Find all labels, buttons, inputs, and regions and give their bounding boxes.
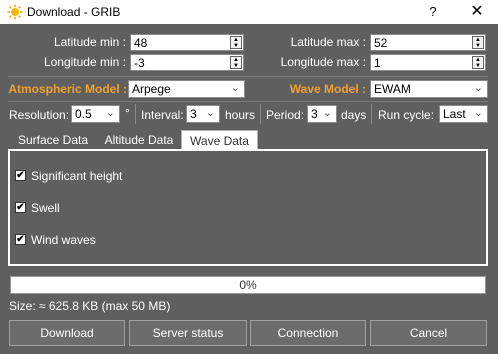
separator [371,104,372,124]
chevron-down-icon: ⌄ [473,82,483,94]
latitude-min-input[interactable]: 48 ▲ ▼ [130,34,244,51]
download-button[interactable]: Download [9,320,125,346]
run-cycle-select[interactable]: Last ⌄ [439,105,488,123]
significant-height-label[interactable]: Significant height [31,169,122,183]
cancel-button[interactable]: Cancel [370,320,487,346]
significant-height-checkbox[interactable]: ✔ [15,170,26,181]
wave-model-select[interactable]: EWAM ⌄ [370,80,488,98]
spin-arrows-icon[interactable]: ▲ ▼ [472,36,484,49]
wave-data-panel: ✔ Significant height ✔ Swell ✔ Wind wave… [8,149,488,266]
atmospheric-model-select[interactable]: Arpege ⌄ [128,80,245,98]
longitude-max-input[interactable]: 1 ▲ ▼ [370,54,486,71]
sun-icon [7,4,23,20]
run-cycle-label: Run cycle: [378,108,435,122]
connection-button[interactable]: Connection [250,320,366,346]
resolution-select[interactable]: 0.5 ⌄ [71,105,120,123]
window-title: Download - GRIB [27,5,121,19]
degree-unit: ° [125,106,130,120]
separator [135,104,136,124]
divider [8,101,488,102]
latitude-max-label: Latitude max : [290,35,366,49]
longitude-min-value: -3 [134,56,145,70]
chevron-down-icon: ⌄ [473,107,483,119]
latitude-min-label: Latitude min : [53,35,126,49]
interval-label: Interval: [141,108,184,122]
days-unit: days [341,108,367,122]
period-label: Period: [266,108,305,122]
resolution-label: Resolution: [9,108,70,122]
latitude-max-value: 52 [374,36,388,50]
period-value: 3 [311,107,318,121]
latitude-min-value: 48 [134,36,148,50]
run-cycle-value: Last [443,107,466,121]
longitude-max-value: 1 [374,56,381,70]
progress-bar: 0% [10,276,486,294]
spin-arrows-icon[interactable]: ▲ ▼ [472,56,484,69]
hours-unit: hours [225,108,256,122]
title-bar: Download - GRIB ? ✕ [0,0,498,24]
tab-altitude-data[interactable]: Altitude Data [100,130,178,150]
swell-label[interactable]: Swell [31,201,60,215]
divider [8,76,488,77]
latitude-max-input[interactable]: 52 ▲ ▼ [370,34,486,51]
wave-model-value: EWAM [374,82,411,96]
wave-model-label: Wave Model : [289,82,366,96]
longitude-min-label: Longitude min : [43,55,126,69]
tab-wave-data[interactable]: Wave Data [181,130,258,150]
wind-waves-checkbox[interactable]: ✔ [15,234,26,245]
spin-arrows-icon[interactable]: ▲ ▼ [230,56,242,69]
wind-waves-label[interactable]: Wind waves [31,233,96,247]
atmospheric-model-label: Atmospheric Model : [8,82,127,96]
server-status-button[interactable]: Server status [129,320,247,346]
close-button[interactable]: ✕ [462,2,492,22]
chevron-down-icon: ⌄ [230,82,240,94]
chevron-down-icon: ⌄ [105,107,115,119]
swell-checkbox[interactable]: ✔ [15,202,26,213]
interval-select[interactable]: 3 ⌄ [186,105,220,123]
interval-value: 3 [190,107,197,121]
period-select[interactable]: 3 ⌄ [307,105,337,123]
chevron-down-icon: ⌄ [205,107,215,119]
tab-surface-data[interactable]: Surface Data [13,130,93,150]
separator [260,104,261,124]
spin-arrows-icon[interactable]: ▲ ▼ [230,36,242,49]
atmospheric-model-value: Arpege [132,82,171,96]
size-estimate: Size: ≈ 625.8 KB (max 50 MB) [9,299,171,313]
longitude-min-input[interactable]: -3 ▲ ▼ [130,54,244,71]
resolution-value: 0.5 [75,107,92,121]
chevron-down-icon: ⌄ [322,107,332,119]
help-button[interactable]: ? [420,2,446,22]
longitude-max-label: Longitude max : [280,55,366,69]
